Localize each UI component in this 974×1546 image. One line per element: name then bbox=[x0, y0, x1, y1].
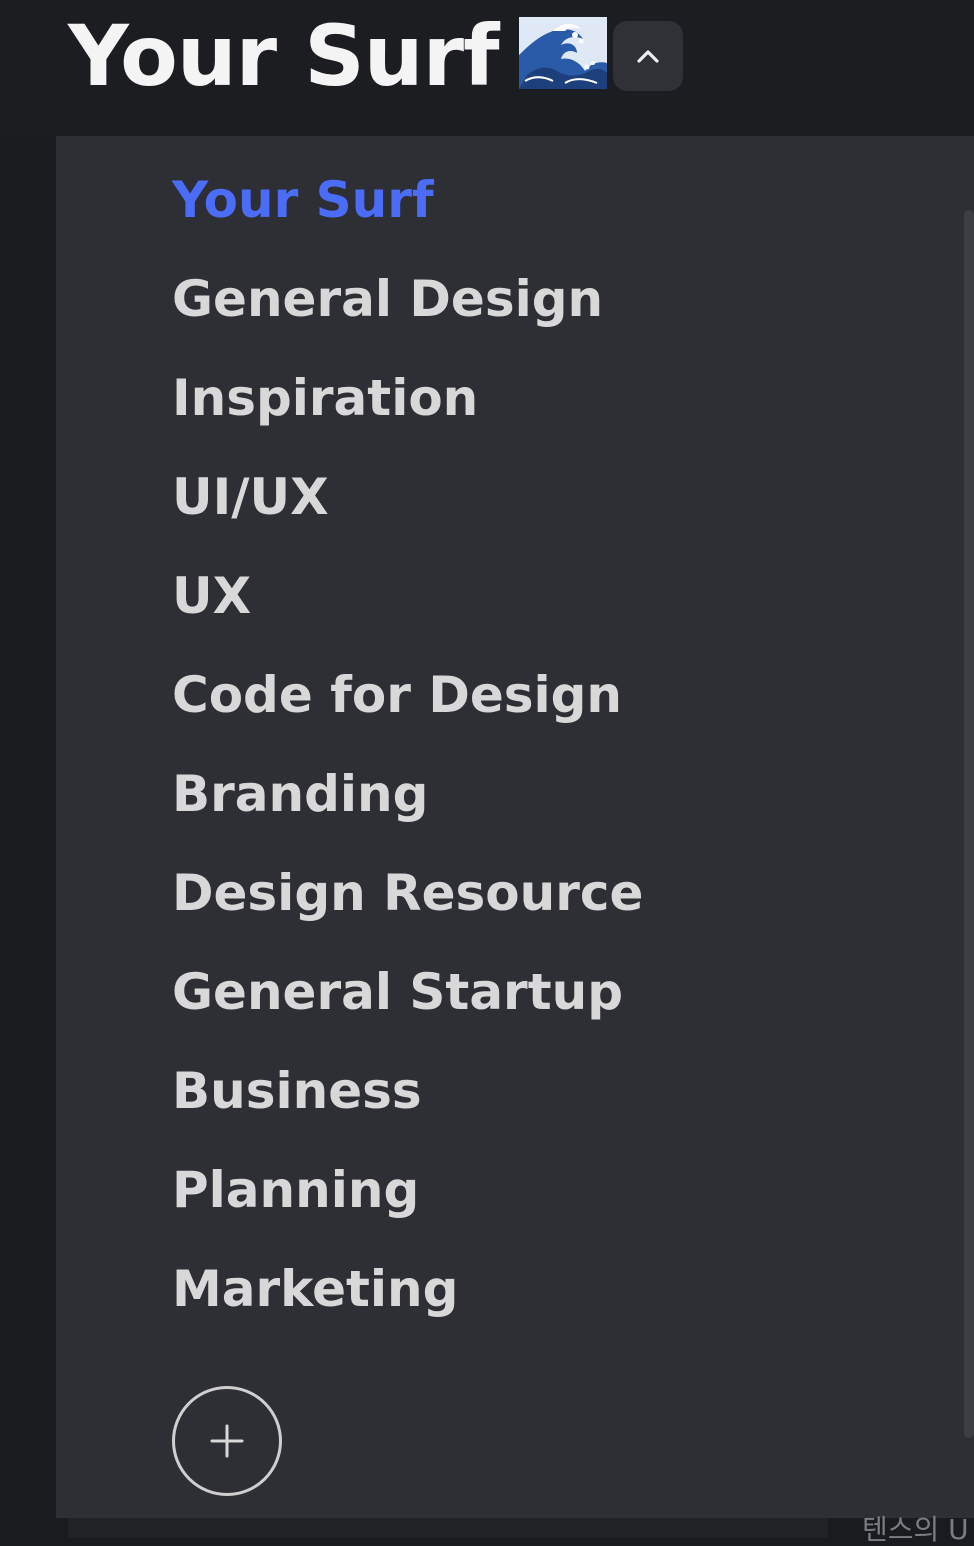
wave-emoji-icon bbox=[517, 14, 609, 90]
page-title-text: Your Surf bbox=[68, 7, 500, 105]
menu-item-code-for-design[interactable]: Code for Design bbox=[172, 665, 622, 725]
menu-item-planning[interactable]: Planning bbox=[172, 1160, 419, 1220]
surf-menu-panel: Your Surf General Design Inspiration UI/… bbox=[56, 136, 974, 1518]
menu-item-general-design[interactable]: General Design bbox=[172, 269, 603, 329]
page-title: Your Surf bbox=[68, 8, 609, 104]
menu-item-ux[interactable]: UX bbox=[172, 566, 251, 626]
menu-item-business[interactable]: Business bbox=[172, 1061, 422, 1121]
collapse-menu-button[interactable] bbox=[613, 21, 683, 91]
menu-item-your-surf[interactable]: Your Surf bbox=[172, 170, 434, 230]
page-header: Your Surf bbox=[0, 0, 974, 136]
background-partial-text: 텐스의 U bbox=[862, 1513, 969, 1546]
menu-item-branding[interactable]: Branding bbox=[172, 764, 428, 824]
menu-item-ui-ux[interactable]: UI/UX bbox=[172, 467, 329, 527]
chevron-up-icon bbox=[637, 50, 659, 63]
background-content-strip bbox=[68, 1518, 828, 1538]
menu-item-marketing[interactable]: Marketing bbox=[172, 1259, 458, 1319]
scrollbar[interactable] bbox=[964, 210, 974, 1438]
add-surf-button[interactable] bbox=[172, 1386, 282, 1496]
menu-item-general-startup[interactable]: General Startup bbox=[172, 962, 623, 1022]
menu-item-design-resource[interactable]: Design Resource bbox=[172, 863, 643, 923]
menu-item-inspiration[interactable]: Inspiration bbox=[172, 368, 478, 428]
plus-icon bbox=[210, 1424, 244, 1458]
